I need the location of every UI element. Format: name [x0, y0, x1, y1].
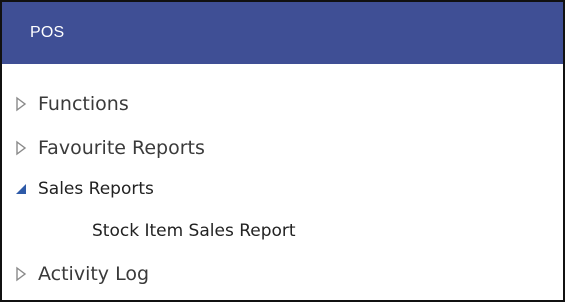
tree-item-label: Sales Reports [38, 179, 154, 199]
tree-item-sales-reports[interactable]: Sales Reports [2, 172, 154, 206]
collapsed-arrow-icon[interactable] [11, 264, 31, 284]
tree-item-label: Activity Log [38, 263, 150, 285]
tree-item-label: Favourite Reports [38, 137, 205, 159]
tree-item-favourite-reports[interactable]: Favourite Reports [2, 131, 205, 165]
tree-item-stock-item-sales-report[interactable]: Stock Item Sales Report [92, 214, 296, 248]
tree-item-label: Stock Item Sales Report [92, 221, 296, 241]
panel-title: POS [30, 24, 65, 41]
tree-item-activity-log[interactable]: Activity Log [2, 257, 149, 291]
tree-item-functions[interactable]: Functions [2, 87, 129, 121]
panel-header: POS [2, 2, 563, 64]
navigation-tree: Functions Favourite Reports Sales Report… [2, 64, 563, 300]
collapsed-arrow-icon[interactable] [11, 138, 31, 158]
collapsed-arrow-icon[interactable] [11, 94, 31, 114]
pos-panel: POS Functions Favourite Reports Sales Re… [0, 0, 565, 302]
expanded-arrow-icon[interactable] [11, 179, 31, 199]
tree-item-label: Functions [38, 93, 129, 115]
